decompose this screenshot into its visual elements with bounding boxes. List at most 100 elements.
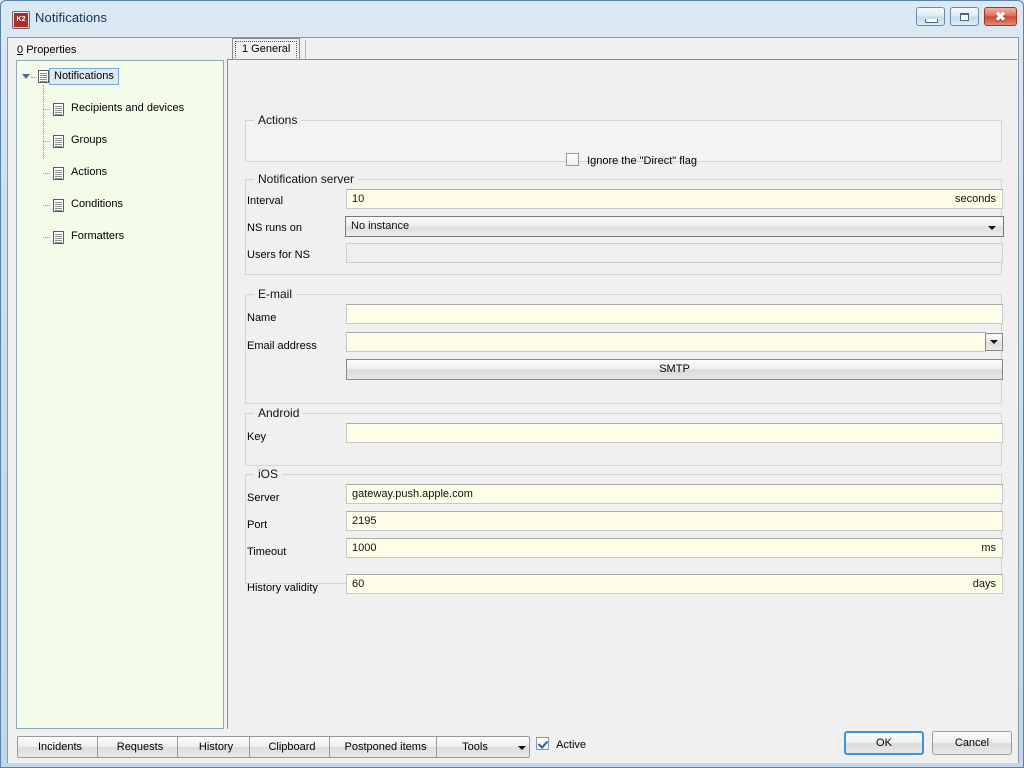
tree-item-groups[interactable]: Groups <box>17 133 223 149</box>
active-checkbox[interactable] <box>536 737 549 750</box>
notifications-window: K2 Notifications ✖ 0 Properties Notifica… <box>0 0 1024 768</box>
ignore-direct-flag-row[interactable]: Ignore the "Direct" flag <box>566 153 697 167</box>
document-icon <box>53 101 66 116</box>
minimize-icon <box>925 19 938 23</box>
label-email-name: Name <box>247 312 277 324</box>
label-email-address: Email address <box>247 340 317 352</box>
smtp-button[interactable]: SMTP <box>346 359 1003 380</box>
document-icon <box>53 133 66 148</box>
maximize-button[interactable] <box>950 7 979 26</box>
interval-unit: seconds <box>955 193 996 205</box>
group-android-title: Android <box>254 406 304 420</box>
incidents-button[interactable]: Incidents <box>17 736 103 758</box>
label-interval: Interval <box>247 195 284 207</box>
ios-port-value: 2195 <box>352 515 377 527</box>
chevron-down-icon <box>518 746 526 750</box>
tab-focus-ring <box>235 41 298 60</box>
label-history-validity: History validity <box>247 582 318 594</box>
document-icon <box>53 165 66 180</box>
email-name-field[interactable] <box>346 304 1003 324</box>
tree-item-formatters[interactable]: Formatters <box>17 229 223 245</box>
ios-timeout-unit: ms <box>981 542 996 554</box>
label-ios-timeout: Timeout <box>247 546 287 558</box>
requests-button[interactable]: Requests <box>97 736 183 758</box>
tree-item-notifications[interactable]: Notifications <box>17 68 223 85</box>
ok-button[interactable]: OK <box>844 731 924 755</box>
tools-button[interactable]: Tools <box>436 736 514 758</box>
email-address-field[interactable] <box>346 332 986 352</box>
ios-timeout-value: 1000 <box>352 542 377 554</box>
tab-general[interactable]: 1 General <box>232 38 301 60</box>
properties-accel: 0 <box>17 44 24 56</box>
tree-item-label: Actions <box>71 166 108 178</box>
group-actions-title: Actions <box>254 113 302 127</box>
incidents-button-label: Incidents <box>37 741 83 753</box>
tree-item-conditions[interactable]: Conditions <box>17 197 223 213</box>
tools-dropdown-button[interactable] <box>513 736 530 758</box>
properties-header-label: Properties <box>26 44 77 56</box>
group-notification-server-title: Notification server <box>254 172 359 186</box>
cancel-button-label: Cancel <box>954 737 990 749</box>
ns-runs-on-dropdown[interactable]: No instance <box>345 216 1004 237</box>
cancel-button[interactable]: Cancel <box>932 731 1012 755</box>
properties-tree[interactable]: Notifications Recipients and devices Gro… <box>16 60 224 729</box>
ios-server-value: gateway.push.apple.com <box>352 488 473 500</box>
tools-button-label: Tools <box>462 741 488 753</box>
close-icon: ✖ <box>995 9 1006 24</box>
interval-field[interactable]: 10 seconds <box>346 189 1003 209</box>
client-area: 0 Properties Notifications Recipients an… <box>7 37 1019 763</box>
tree-item-label: Formatters <box>71 230 125 242</box>
postponed-items-button-label: Postponed items <box>344 741 427 753</box>
clipboard-button[interactable]: Clipboard <box>249 736 335 758</box>
label-android-key: Key <box>247 431 266 443</box>
label-users-for-ns: Users for NS <box>247 249 310 261</box>
tree-item-recipients-and-devices[interactable]: Recipients and devices <box>17 101 223 117</box>
ignore-direct-flag-checkbox[interactable] <box>566 153 579 166</box>
tab-separator <box>305 40 306 59</box>
group-email-title: E-mail <box>254 287 297 301</box>
history-validity-unit: days <box>972 578 996 590</box>
history-validity-field[interactable]: 60 days <box>346 574 1003 594</box>
tree-connector <box>43 205 50 206</box>
ios-server-field[interactable]: gateway.push.apple.com <box>346 484 1003 504</box>
clipboard-button-label: Clipboard <box>268 741 316 753</box>
history-validity-value: 60 <box>352 578 365 590</box>
properties-header: 0 Properties <box>17 44 76 56</box>
tab-strip: 1 General <box>227 38 1020 60</box>
email-address-dropdown-button[interactable] <box>985 333 1003 351</box>
minimize-button[interactable] <box>916 7 945 26</box>
ios-timeout-field[interactable]: 1000 ms <box>346 538 1003 558</box>
android-key-field[interactable] <box>346 423 1003 443</box>
label-ns-runs-on: NS runs on <box>247 222 303 234</box>
tree-item-label: Groups <box>71 134 108 146</box>
tree-connector <box>43 109 50 110</box>
chevron-down-icon <box>988 226 996 230</box>
history-button[interactable]: History <box>177 736 255 758</box>
collapse-triangle-icon[interactable] <box>22 74 30 79</box>
window-title: Notifications <box>35 10 108 25</box>
tree-item-actions[interactable]: Actions <box>17 165 223 181</box>
title-bar[interactable]: K2 Notifications ✖ <box>1 1 1024 37</box>
document-icon <box>53 197 66 212</box>
tree-connector <box>31 77 37 78</box>
general-tab-panel: Actions Ignore the "Direct" flag Notific… <box>227 59 1017 729</box>
history-button-label: History <box>198 741 234 753</box>
ignore-direct-flag-label: Ignore the "Direct" flag <box>587 155 697 167</box>
chevron-down-icon <box>990 340 998 344</box>
label-ios-server: Server <box>247 492 280 504</box>
active-checkbox-row[interactable]: Active <box>536 737 586 751</box>
tree-connector <box>43 173 50 174</box>
ios-port-field[interactable]: 2195 <box>346 511 1003 531</box>
app-icon: K2 <box>12 11 30 29</box>
maximize-icon <box>960 13 969 21</box>
group-ios-title: iOS <box>254 467 283 481</box>
document-icon <box>53 229 66 244</box>
active-checkbox-label: Active <box>556 739 587 751</box>
postponed-items-button[interactable]: Postponed items <box>329 736 442 758</box>
close-button[interactable]: ✖ <box>984 7 1017 26</box>
interval-value: 10 <box>352 193 365 205</box>
requests-button-label: Requests <box>116 741 164 753</box>
smtp-button-label: SMTP <box>659 363 690 375</box>
tree-connector <box>43 237 50 238</box>
tree-item-label: Conditions <box>71 198 123 210</box>
